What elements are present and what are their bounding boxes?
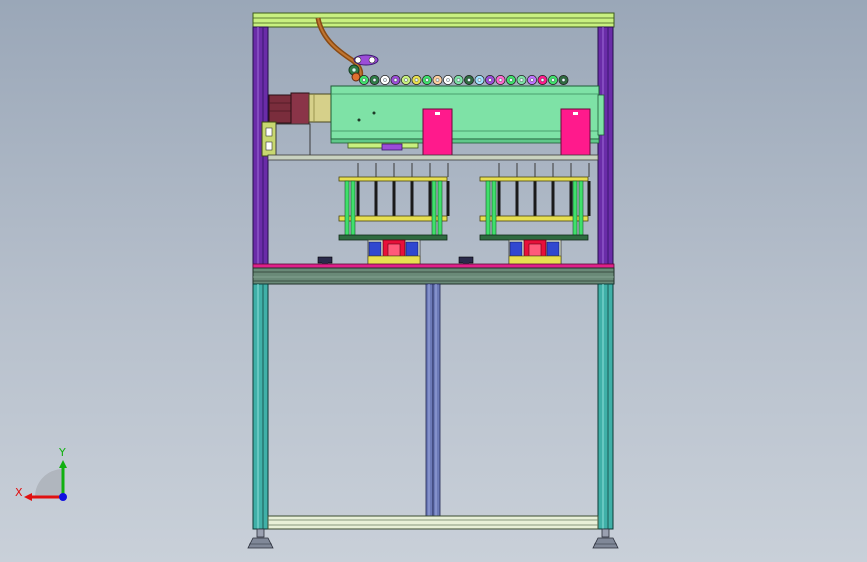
probe-needle-body (392, 181, 396, 216)
work-table-top[interactable] (252, 263, 615, 285)
chain-link-pin (467, 78, 471, 82)
chain-link-pin (519, 78, 524, 82)
probe-needle-body (410, 181, 414, 216)
drag-chain-links[interactable] (359, 75, 569, 85)
chain-link-pin (362, 78, 366, 82)
chain-link-pin (530, 78, 534, 82)
carriage-block-right[interactable] (560, 108, 591, 157)
chain-link-pin (446, 78, 450, 82)
right-lower-leg[interactable] (597, 283, 614, 530)
chain-link-pin (488, 78, 492, 82)
chain-link-pin (372, 78, 377, 82)
machine-model[interactable] (0, 0, 867, 562)
cad-viewport[interactable]: X Y (0, 0, 867, 562)
probe-needle-body (569, 181, 573, 216)
right-upper-upright[interactable] (597, 26, 614, 268)
bottom-frame-rail[interactable] (267, 515, 599, 530)
leveling-foot-left[interactable] (247, 528, 274, 549)
chain-link-pin (540, 78, 545, 82)
probe-needle-body (551, 181, 555, 216)
center-support-post[interactable] (425, 283, 441, 517)
upper-mount-plate[interactable] (267, 154, 599, 161)
chain-link-pin (383, 78, 387, 82)
probe-needle-body (446, 181, 450, 216)
leveling-foot-right[interactable] (592, 528, 619, 549)
chain-link-pin (456, 78, 461, 82)
chain-link-pin (425, 78, 429, 82)
chain-link-pin (477, 78, 482, 82)
probe-needle-body (356, 181, 360, 216)
actuator-sensor-bracket[interactable] (347, 142, 419, 151)
chain-link-pin (435, 78, 440, 82)
chain-link-pin (551, 78, 555, 82)
chain-link-pin (509, 78, 513, 82)
chain-link-pin (404, 78, 408, 82)
probe-needle-body (374, 181, 378, 216)
probe-needle-body (428, 181, 432, 216)
left-side-bracket[interactable] (261, 121, 311, 157)
chain-link-pin (561, 78, 566, 82)
left-lower-leg[interactable] (252, 283, 269, 530)
actuator-end-cap[interactable] (597, 94, 605, 136)
top-frame-rail[interactable] (252, 12, 615, 28)
probe-needle-body (587, 181, 591, 216)
chain-link-pin (498, 78, 503, 82)
probe-needle-body (533, 181, 537, 216)
chain-link-pin (414, 78, 419, 82)
motor-assembly[interactable] (268, 92, 332, 125)
carriage-block-left[interactable] (422, 108, 453, 157)
linear-actuator-body[interactable] (330, 85, 600, 144)
probe-needle-body (497, 181, 501, 216)
chain-link-pin (393, 78, 398, 82)
probe-needle-body (515, 181, 519, 216)
